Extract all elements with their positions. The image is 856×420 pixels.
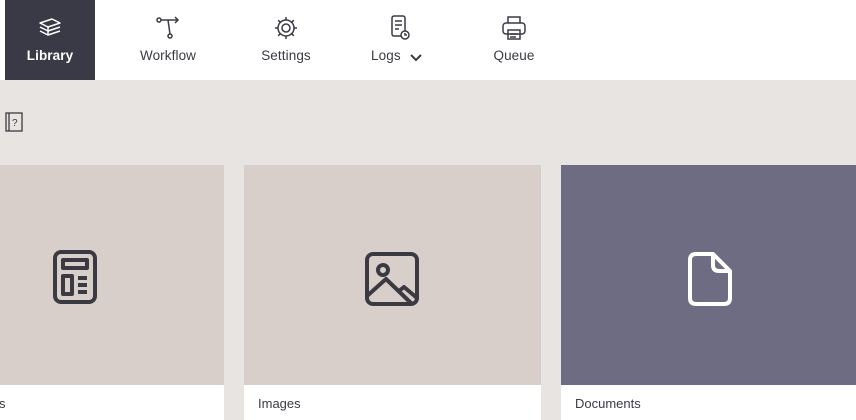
card-templates[interactable]: s [0, 165, 224, 420]
card-thumbnail [244, 165, 541, 385]
workflow-icon [153, 13, 183, 43]
nav-item-workflow[interactable]: Workflow [128, 0, 208, 80]
library-icon [35, 13, 65, 43]
chevron-down-icon [410, 50, 422, 68]
document-icon [687, 251, 733, 312]
printer-icon [499, 13, 529, 43]
card-label: s [0, 396, 6, 411]
nav-item-settings[interactable]: Settings [246, 0, 326, 80]
nav-label: Settings [261, 48, 311, 63]
nav-label: Library [26, 48, 74, 63]
card-images[interactable]: Images [244, 165, 541, 420]
card-label: Images [258, 396, 301, 411]
card-label: Documents [575, 396, 641, 411]
image-icon [364, 251, 420, 312]
card-documents[interactable]: Documents [561, 165, 856, 420]
card-thumbnail [561, 165, 856, 385]
nav-label: Queue [493, 48, 535, 63]
template-icon [52, 249, 98, 310]
nav-item-queue[interactable]: Queue [474, 0, 554, 80]
help-book-icon[interactable]: ? [4, 111, 24, 133]
nav-item-library[interactable]: Library [5, 0, 95, 80]
logs-icon [385, 13, 415, 43]
top-navigation-bar: Library Workflow Settings Logs Queue [0, 0, 856, 80]
svg-text:?: ? [12, 118, 18, 129]
nav-label: Workflow [139, 48, 197, 63]
nav-label: Logs [371, 48, 401, 63]
card-thumbnail [0, 165, 224, 385]
gear-icon [271, 13, 301, 43]
nav-item-logs[interactable]: Logs [360, 0, 440, 80]
